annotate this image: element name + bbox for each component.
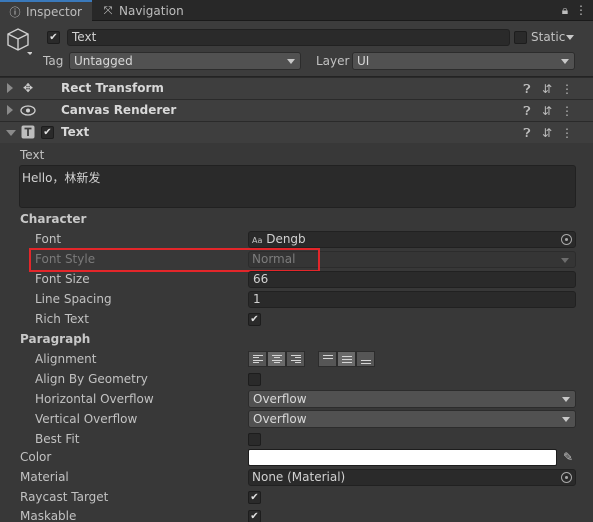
alignment-label: Alignment (35, 352, 97, 366)
eye-icon (20, 103, 36, 118)
align-right-icon (290, 355, 301, 363)
vertical-overflow-value: Overflow (253, 412, 307, 426)
line-spacing-field[interactable]: 1 (248, 291, 576, 308)
layer-dropdown[interactable]: UI (352, 52, 575, 70)
eyedropper-icon[interactable]: ✎ (561, 450, 575, 465)
tab-inspector[interactable]: ⓘ Inspector (0, 0, 92, 21)
gameobject-cube-icon[interactable] (6, 27, 33, 55)
presets-icon[interactable]: ⇵ (540, 103, 554, 119)
text-component-icon (20, 125, 36, 140)
rich-text-checkbox[interactable]: ✔ (248, 313, 261, 326)
rich-text-label: Rich Text (35, 312, 89, 326)
fold-arrow-icon[interactable] (7, 105, 13, 115)
help-icon[interactable]: ❓︎ (520, 125, 534, 141)
vertical-alignment-group (318, 351, 375, 367)
rect-transform-icon: ✥ (22, 81, 34, 95)
line-spacing-label: Line Spacing (35, 292, 112, 306)
text-content-area[interactable]: Hello，林新发 (19, 165, 576, 208)
font-asset-icon: Aa (252, 236, 263, 245)
color-label: Color (20, 450, 52, 464)
align-top-icon (322, 354, 333, 364)
align-right-button[interactable] (286, 351, 305, 367)
component-title: Canvas Renderer (61, 103, 177, 117)
chevron-down-icon (561, 258, 569, 263)
presets-icon[interactable]: ⇵ (540, 81, 554, 97)
align-by-geometry-checkbox[interactable] (248, 373, 261, 386)
align-middle-button[interactable] (337, 351, 356, 367)
tab-inspector-label: Inspector (26, 4, 82, 19)
more-menu-icon[interactable]: ⋮ (574, 2, 588, 18)
chevron-down-icon (562, 417, 570, 422)
align-left-button[interactable] (248, 351, 267, 367)
align-center-button[interactable] (267, 351, 286, 367)
help-icon[interactable]: ❓︎ (520, 103, 534, 119)
horizontal-overflow-value: Overflow (253, 392, 307, 406)
more-icon[interactable]: ⋮ (560, 125, 574, 141)
object-name-field[interactable]: Text (67, 29, 510, 46)
align-left-icon (252, 355, 263, 363)
material-field[interactable]: None (Material) (248, 469, 576, 486)
component-canvas-renderer[interactable]: Canvas Renderer ❓︎ ⇵ ⋮ (0, 99, 593, 121)
lock-icon[interactable]: 🔒︎ (558, 2, 572, 18)
tab-navigation-label: Navigation (119, 3, 184, 18)
tag-label: Tag (43, 54, 64, 68)
vertical-overflow-dropdown[interactable]: Overflow (248, 410, 576, 428)
material-value: None (Material) (252, 470, 346, 484)
text-field-label: Text (20, 148, 45, 162)
align-top-button[interactable] (318, 351, 337, 367)
static-label: Static (531, 30, 566, 44)
navigation-icon: ⤧ (103, 3, 113, 17)
best-fit-label: Best Fit (35, 432, 80, 446)
raycast-target-label: Raycast Target (20, 490, 109, 504)
help-icon[interactable]: ❓︎ (520, 81, 534, 97)
component-title: Text (61, 125, 90, 139)
chevron-down-icon (561, 59, 569, 64)
align-center-icon (271, 355, 282, 363)
chevron-down-icon (562, 397, 570, 402)
static-checkbox[interactable] (514, 31, 527, 44)
align-middle-icon (341, 355, 352, 364)
raycast-target-checkbox[interactable]: ✔ (248, 491, 261, 504)
character-section-title: Character (20, 212, 87, 226)
best-fit-checkbox[interactable] (248, 433, 261, 446)
horizontal-overflow-dropdown[interactable]: Overflow (248, 390, 576, 408)
layer-label: Layer (316, 54, 350, 68)
fold-arrow-icon[interactable] (6, 130, 16, 136)
static-dropdown-arrow[interactable] (566, 35, 574, 40)
color-swatch[interactable] (248, 449, 557, 466)
tag-dropdown[interactable]: Untagged (69, 52, 301, 70)
component-rect-transform[interactable]: ✥ Rect Transform ❓︎ ⇵ ⋮ (0, 77, 593, 99)
component-title: Rect Transform (61, 81, 164, 95)
more-icon[interactable]: ⋮ (560, 103, 574, 119)
maskable-label: Maskable (20, 509, 77, 522)
highlight-box (29, 248, 320, 272)
presets-icon[interactable]: ⇵ (540, 125, 554, 141)
paragraph-section-title: Paragraph (20, 332, 91, 346)
layer-value: UI (357, 54, 370, 68)
align-bottom-button[interactable] (356, 351, 375, 367)
font-size-label: Font Size (35, 272, 90, 286)
more-icon[interactable]: ⋮ (560, 81, 574, 97)
align-bottom-icon (360, 355, 371, 364)
font-label: Font (35, 232, 62, 246)
material-label: Material (20, 470, 69, 484)
object-picker-icon[interactable] (561, 472, 572, 483)
fold-arrow-icon[interactable] (7, 83, 13, 93)
font-field[interactable]: Aa Dengb (248, 231, 576, 248)
font-size-field[interactable]: 66 (248, 271, 576, 288)
tab-navigation[interactable]: ⤧ Navigation (101, 0, 201, 21)
vertical-overflow-label: Vertical Overflow (35, 412, 138, 426)
chevron-down-icon (287, 59, 295, 64)
horizontal-alignment-group (248, 351, 305, 367)
tag-value: Untagged (74, 54, 133, 68)
info-icon: ⓘ (9, 5, 21, 19)
object-picker-icon[interactable] (561, 234, 572, 245)
horizontal-overflow-label: Horizontal Overflow (35, 392, 154, 406)
text-enabled-checkbox[interactable]: ✔ (41, 126, 54, 139)
active-checkbox[interactable]: ✔ (47, 31, 60, 44)
font-value: Dengb (266, 232, 306, 246)
component-text[interactable]: ✔ Text ❓︎ ⇵ ⋮ (0, 121, 593, 143)
align-by-geometry-label: Align By Geometry (35, 372, 148, 386)
maskable-checkbox[interactable]: ✔ (248, 510, 261, 522)
